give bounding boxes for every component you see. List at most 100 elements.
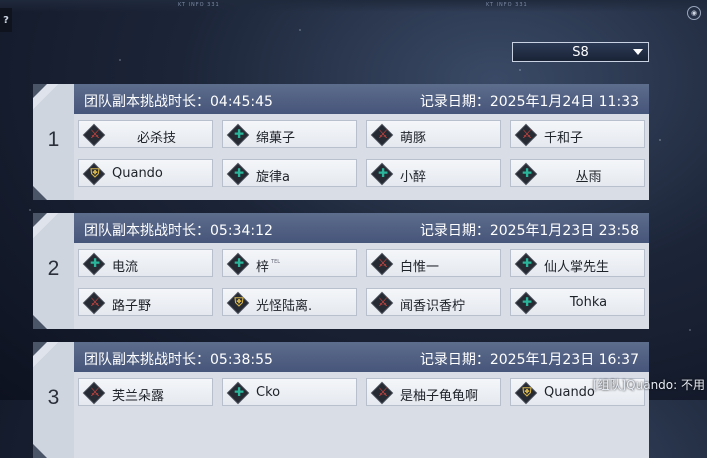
- sword-icon: ⚔: [377, 127, 389, 141]
- member-slot[interactable]: ⚔ 萌豚: [366, 120, 501, 148]
- member-name: 绵菓子: [256, 127, 352, 146]
- shield-icon: ⛨: [522, 384, 532, 399]
- member-slot[interactable]: ✚ 绵菓子: [222, 120, 357, 148]
- member-name-text: 绵菓子: [256, 131, 296, 146]
- sword-icon: ⚔: [377, 256, 389, 270]
- cross-icon: ✚: [233, 385, 245, 399]
- duration-text: 团队副本挑战时长：05:34:12: [84, 220, 273, 240]
- member-slot[interactable]: ⚔ 千和子: [510, 120, 645, 148]
- member-slot[interactable]: ⚔ 芙兰朵露: [78, 378, 213, 406]
- date-text: 记录日期：2025年1月24日 11:33: [420, 91, 639, 111]
- member-name: 必杀技: [107, 127, 206, 146]
- member-slot[interactable]: ⚔ 必杀技: [78, 120, 213, 148]
- rank-badge: 1: [33, 84, 74, 200]
- back-button[interactable]: ?: [0, 8, 12, 32]
- date-label: 记录日期：: [419, 223, 490, 239]
- duration-text: 团队副本挑战时长：05:38:55: [84, 349, 273, 369]
- duration-value: 05:38:55: [210, 352, 273, 368]
- settings-icon[interactable]: ◉: [687, 6, 701, 20]
- cross-icon: ✚: [377, 166, 389, 180]
- member-name-text: 路子野: [112, 299, 152, 314]
- member-name: 仙人掌先生: [544, 256, 640, 275]
- member-name: 是柚子龟龟啊: [400, 385, 496, 404]
- record-header: 团队副本挑战时长：04:45:45 记录日期：2025年1月24日 11:33: [74, 84, 649, 114]
- member-name-text: 梓: [256, 260, 270, 275]
- member-name: 白惟一: [400, 256, 496, 275]
- member-name: Cko: [256, 385, 352, 400]
- member-name-text: Quando: [112, 166, 163, 181]
- member-name-text: Cko: [256, 385, 281, 400]
- record-panel: 团队副本挑战时长：05:34:12 记录日期：2025年1月23日 23:58 …: [74, 213, 649, 329]
- member-slot[interactable]: ⚔ 路子野: [78, 288, 213, 316]
- record-header: 团队副本挑战时长：05:34:12 记录日期：2025年1月23日 23:58: [74, 213, 649, 243]
- season-select-value: S8: [572, 44, 589, 60]
- cross-icon: ✚: [521, 295, 533, 309]
- member-name-text: 千和子: [544, 131, 584, 146]
- cross-icon: ✚: [89, 256, 101, 270]
- member-name: 电流: [112, 256, 208, 275]
- member-name-text: Tohka: [569, 295, 608, 310]
- member-slot[interactable]: ✚ 梓 TEL: [222, 249, 357, 277]
- rank-number: 1: [47, 128, 60, 151]
- member-name-text: 丛雨: [575, 170, 602, 185]
- duration-label: 团队副本挑战时长：: [84, 352, 210, 368]
- member-name: 旋律a: [256, 166, 352, 185]
- member-slot[interactable]: ⚔ 是柚子龟龟啊: [366, 378, 501, 406]
- cross-icon: ✚: [233, 166, 245, 180]
- date-label: 记录日期：: [419, 94, 490, 110]
- member-name: 梓 TEL: [256, 256, 352, 275]
- sword-icon: ⚔: [89, 127, 101, 141]
- member-name-text: 小醉: [400, 170, 427, 185]
- cross-icon: ✚: [233, 256, 245, 270]
- sword-icon: ⚔: [89, 385, 101, 399]
- duration-label: 团队副本挑战时长：: [84, 223, 210, 239]
- member-name: 千和子: [544, 127, 640, 146]
- cross-icon: ✚: [521, 166, 533, 180]
- member-name-text: 仙人掌先生: [544, 260, 610, 275]
- member-slot[interactable]: ⛨ Quando: [78, 159, 213, 187]
- member-tag: TEL: [271, 259, 281, 265]
- sword-icon: ⚔: [377, 385, 389, 399]
- rank-badge: 2: [33, 213, 74, 329]
- shield-icon: ⛨: [90, 165, 100, 180]
- rank-number: 3: [47, 386, 60, 409]
- hud-text-right: KT INFO 331: [486, 2, 528, 8]
- shield-icon: ⛨: [234, 294, 244, 309]
- member-name-text: 闻香识香柠: [400, 299, 466, 314]
- member-slot[interactable]: ⚔ 闻香识香柠: [366, 288, 501, 316]
- member-slot[interactable]: ✚ Cko: [222, 378, 357, 406]
- member-name: 闻香识香柠: [400, 295, 496, 314]
- duration-value: 04:45:45: [210, 94, 273, 110]
- rank-badge: 3: [33, 342, 74, 458]
- sword-icon: ⚔: [377, 295, 389, 309]
- date-text: 记录日期：2025年1月23日 16:37: [420, 349, 639, 369]
- rank-number: 2: [47, 257, 60, 280]
- member-name-text: Quando: [544, 385, 595, 400]
- member-name-text: 光怪陆离.: [256, 299, 313, 314]
- member-slot[interactable]: ✚ 旋律a: [222, 159, 357, 187]
- member-name-text: 必杀技: [136, 131, 176, 146]
- member-slot[interactable]: ✚ 丛雨: [510, 159, 645, 187]
- member-slot[interactable]: ✚ 电流: [78, 249, 213, 277]
- hud-text-left: KT INFO 331: [178, 2, 220, 8]
- member-name-text: 芙兰朵露: [112, 389, 165, 404]
- sword-icon: ⚔: [89, 295, 101, 309]
- record-card: 2 团队副本挑战时长：05:34:12 记录日期：2025年1月23日 23:5…: [33, 213, 649, 329]
- season-select[interactable]: S8: [512, 42, 649, 62]
- sword-icon: ⚔: [521, 127, 533, 141]
- member-name: 光怪陆离.: [256, 295, 352, 314]
- member-name: 路子野: [112, 295, 208, 314]
- record-card: 1 团队副本挑战时长：04:45:45 记录日期：2025年1月24日 11:3…: [33, 84, 649, 200]
- member-name-text: 是柚子龟龟啊: [400, 389, 479, 404]
- member-name: 丛雨: [539, 166, 638, 185]
- record-panel: 团队副本挑战时长：05:38:55 记录日期：2025年1月23日 16:37 …: [74, 342, 649, 458]
- chat-message: [组队]Quando: 不用: [592, 378, 705, 392]
- member-slot[interactable]: ✚ Tohka: [510, 288, 645, 316]
- chevron-down-icon: [633, 49, 643, 55]
- member-slot[interactable]: ✚ 小醉: [366, 159, 501, 187]
- member-slot[interactable]: ⛨ 光怪陆离.: [222, 288, 357, 316]
- member-name: 萌豚: [400, 127, 496, 146]
- member-name-text: 白惟一: [400, 260, 440, 275]
- member-slot[interactable]: ✚ 仙人掌先生: [510, 249, 645, 277]
- member-slot[interactable]: ⚔ 白惟一: [366, 249, 501, 277]
